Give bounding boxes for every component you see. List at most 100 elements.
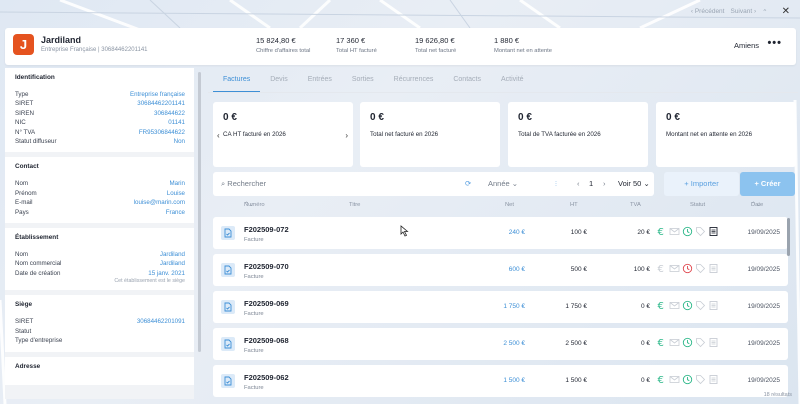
header-numero[interactable]: Numéro ⌃⌄ [244,202,265,208]
invoice-tva: 0 € [640,303,650,310]
status-icons: € [656,263,719,274]
detail-row: Nom Marin [15,180,185,188]
prev-page-icon[interactable]: ‹ [577,179,580,188]
identification-section: Identification Type Entreprise française … [5,68,194,153]
tab-entrees[interactable]: Entrées [298,76,342,92]
list-scrollbar[interactable] [787,218,790,256]
results-count: 18 résultats [763,392,792,398]
clock-icon[interactable] [682,300,693,311]
next-link[interactable]: Suivant › [730,8,756,15]
invoice-type: Facture [244,274,264,280]
header-tva[interactable]: TVA [630,202,641,208]
table-row[interactable]: F202509-072 Facture 240 € 100 € 20 € 19/… [213,217,788,249]
import-button[interactable]: + Importer [664,172,739,196]
svg-text:€: € [658,338,664,348]
header-ht[interactable]: HT [570,202,578,208]
invoice-file-icon [221,374,235,388]
tag-icon[interactable] [695,374,706,385]
refresh-icon[interactable]: ⟳ [465,179,471,188]
table-row[interactable]: F202509-069 Facture 1 750 € 1 750 € 0 € … [213,291,788,323]
table-row[interactable]: F202509-062 Facture 1 500 € 1 500 € 0 € … [213,365,788,397]
clock-icon[interactable] [682,337,693,348]
tab-contacts[interactable]: Contacts [443,76,491,92]
close-icon[interactable]: ✕ [782,6,790,17]
euro-icon[interactable]: € [656,226,667,237]
invoice-net: 2 500 € [503,340,525,347]
up-chevron-icon[interactable]: ⌃ [762,8,767,16]
next-page-icon[interactable]: › [603,179,606,188]
document-icon[interactable] [708,374,719,385]
chevron-right-icon[interactable]: › [345,131,348,140]
detail-row: Date de création 15 janv. 2021 [15,269,185,277]
tag-icon[interactable] [695,263,706,274]
invoice-type: Facture [244,385,264,391]
chevron-left-icon[interactable]: ‹ [217,131,220,140]
header-statut[interactable]: Statut [690,202,705,208]
mail-icon[interactable] [669,226,680,237]
invoice-file-icon [221,226,235,240]
list-toolbar: ⌕ Rechercher ⟳ Année ⌄ ⫶ ‹ 1 › Voir 50 ⌄ [213,172,654,196]
left-panel-scrollbar[interactable] [198,72,201,352]
document-icon[interactable] [708,226,719,237]
mail-icon[interactable] [669,300,680,311]
company-logo: J [13,34,34,55]
svg-text:€: € [658,375,664,385]
invoice-ht: 1 750 € [565,303,587,310]
record-navigation: ‹ Précédent Suivant › ⌃ ✕ [691,6,790,17]
email-link[interactable]: louise@marin.com [134,198,185,207]
tag-icon[interactable] [695,337,706,348]
detail-row: NIC 01141 [15,119,185,127]
mail-icon[interactable] [669,263,680,274]
euro-icon[interactable]: € [656,263,667,274]
header-date[interactable]: Date ⌃⌄ [751,202,763,208]
stat-card-ca-ht: 0 € CA HT facturé en 2026 ‹ › [213,102,353,167]
year-select[interactable]: Année ⌄ [488,179,518,188]
tab-devis[interactable]: Devis [260,76,298,92]
invoice-net: 600 € [508,266,525,273]
tab-activite[interactable]: Activité [491,76,534,92]
tag-icon[interactable] [695,226,706,237]
mail-icon[interactable] [669,374,680,385]
more-options-icon[interactable]: ••• [767,37,782,49]
tab-factures[interactable]: Factures [213,76,261,92]
invoice-number: F202509-070 [244,262,289,271]
invoice-tva: 0 € [640,340,650,347]
clock-icon[interactable] [682,374,693,385]
svg-text:€: € [658,301,664,311]
stat-card-pending: 0 € Montant net en attente en 2026 [656,102,796,167]
document-icon[interactable] [708,300,719,311]
detail-row: SIRET 30684462201141 [15,100,185,108]
tag-icon[interactable] [695,300,706,311]
document-icon[interactable] [708,263,719,274]
invoice-date: 19/09/2025 [747,377,780,384]
detail-row: E-mail louise@marin.com [15,198,185,207]
search-input[interactable]: ⌕ Rechercher [221,179,266,189]
table-row[interactable]: F202509-068 Facture 2 500 € 2 500 € 0 € … [213,328,788,360]
tab-sorties[interactable]: Sorties [342,76,384,92]
invoice-date: 19/09/2025 [747,340,780,347]
company-name: Jardiland [41,35,82,45]
section-title: Identification [15,74,55,81]
headquarters-section: Siège SIRET 30684462201091 Statut Type d'… [5,295,194,352]
euro-icon[interactable]: € [656,300,667,311]
tab-recurrences[interactable]: Récurrences [384,76,444,92]
clock-icon[interactable] [682,226,693,237]
create-button[interactable]: + Créer [740,172,795,196]
header-titre[interactable]: Titre [349,202,360,208]
previous-link[interactable]: ‹ Précédent [691,8,725,15]
invoice-net: 1 750 € [503,303,525,310]
euro-icon[interactable]: € [656,337,667,348]
table-row[interactable]: F202509-070 Facture 600 € 500 € 100 € 19… [213,254,788,286]
document-icon[interactable] [708,337,719,348]
filter-icon[interactable]: ⫶ [555,179,557,189]
clock-icon[interactable] [682,263,693,274]
euro-icon[interactable]: € [656,374,667,385]
detail-row: Pays France [15,208,185,216]
tab-bar: Factures Devis Entrées Sorties Récurrenc… [213,76,534,92]
invoice-date: 19/09/2025 [747,303,780,310]
mail-icon[interactable] [669,337,680,348]
header-net[interactable]: Net [505,202,514,208]
per-page-select[interactable]: Voir 50 ⌄ [618,179,650,188]
invoice-net: 240 € [508,229,525,236]
section-title: Siège [15,301,33,309]
